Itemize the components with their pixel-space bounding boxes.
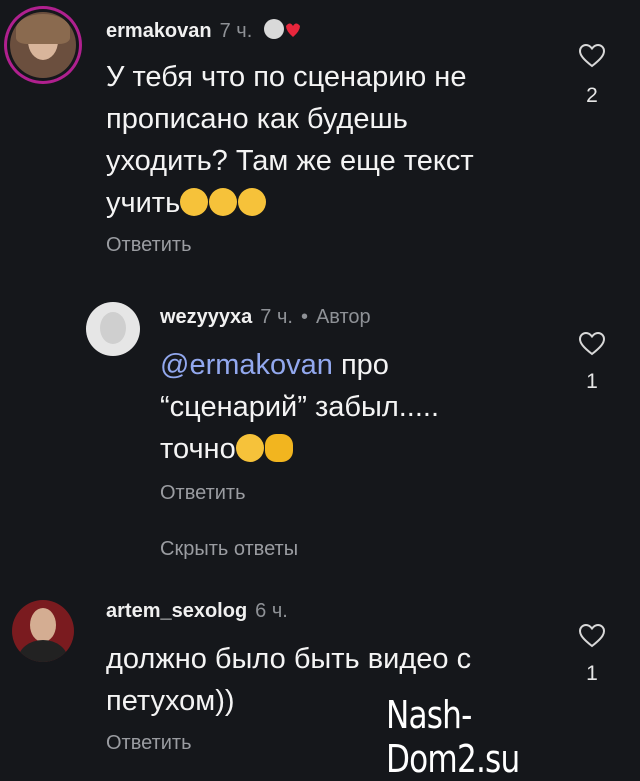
comment-line: У тебя что по сценарию не [106,61,467,93]
like-count: 1 [586,662,598,685]
timestamp: 7 ч. [219,20,253,42]
username[interactable]: wezyyyxa [160,306,252,328]
avatar[interactable] [10,12,76,78]
heart-red-icon [263,18,300,40]
author-badge: Автор [315,306,371,328]
rofl-emoji-icon [235,434,264,462]
reply-button[interactable]: Ответить [160,482,246,505]
like-count: 1 [586,370,598,393]
clapping-hands-emoji-icon [264,434,293,462]
laughing-emoji-icon [180,188,209,216]
username[interactable]: artem_sexolog [106,600,247,622]
comment-text: У тебя что по сценарию не прописано как … [106,56,474,224]
reply-button[interactable]: Ответить [106,732,192,755]
heart-outline-icon[interactable] [579,44,605,68]
timestamp: 6 ч. [255,600,288,622]
heart-outline-icon[interactable] [579,332,605,356]
watermark: Nash-Dom2.su [386,693,520,781]
mention-link[interactable]: @ermakovan [160,349,333,381]
separator-dot: • [300,306,308,328]
like-count: 2 [586,84,598,107]
comment-header: wezyyyxa 7 ч. • Автор [160,306,371,329]
comment-header: ermakovan 7 ч. [106,18,300,43]
comment-line: прописано как будешь [106,103,408,135]
comment-text: @ermakovan про “сценарий” забыл..... точ… [160,344,439,470]
comment-line: про [332,349,389,381]
hide-replies-button[interactable]: Скрыть ответы [160,538,298,561]
reply-button[interactable]: Ответить [106,234,192,257]
comment-line: уходить? Там же еще текст [106,145,474,177]
comment-header: artem_sexolog 6 ч. [106,600,288,623]
comment-line: точно [160,433,236,465]
avatar-body [18,640,68,662]
comment-line: учить [106,187,181,219]
comment-line: должно было быть видео с [106,643,472,675]
avatar-hair [16,14,70,44]
avatar[interactable] [86,302,140,356]
comment-line: “сценарий” забыл..... [160,391,440,423]
timestamp: 7 ч. [260,306,293,328]
username[interactable]: ermakovan [106,20,212,42]
laughing-emoji-icon [238,188,267,216]
avatar[interactable] [12,600,74,662]
laughing-emoji-icon [209,188,238,216]
avatar-face [30,608,56,642]
avatar-face [100,312,126,344]
heart-outline-icon[interactable] [579,624,605,648]
